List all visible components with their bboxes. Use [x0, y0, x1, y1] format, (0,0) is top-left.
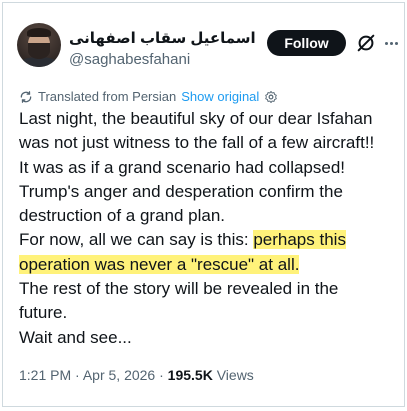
separator: · — [75, 367, 80, 383]
tweet-line: Wait and see... — [19, 327, 132, 347]
author-handle[interactable]: @saghabesfahani — [69, 51, 190, 68]
tweet-text: Last night, the beautiful sky of our dea… — [19, 107, 399, 350]
gear-icon[interactable] — [264, 90, 278, 104]
views-label: Views — [216, 367, 254, 383]
tweet-line: was not just witness to the fall of a fe… — [19, 133, 375, 153]
avatar[interactable] — [17, 23, 61, 67]
grok-icon[interactable] — [355, 32, 377, 54]
tweet-line: The rest of the story will be revealed i… — [19, 279, 339, 299]
tweet-meta: 1:21 PM · Apr 5, 2026 · 195.5K Views — [19, 367, 254, 383]
tweet-line: Trump's anger and desperation confirm th… — [19, 181, 343, 201]
tweet-line: It was as if a grand scenario had collap… — [19, 157, 346, 177]
more-icon[interactable] — [383, 32, 399, 54]
tweet-date[interactable]: Apr 5, 2026 — [83, 367, 155, 383]
avatar-beard — [28, 43, 50, 59]
avatar-hair — [27, 28, 51, 37]
tweet-line: For now, all we can say is this: perhaps… — [19, 228, 399, 252]
translate-icon — [20, 90, 32, 103]
tweet-line: destruction of a grand plan. — [19, 206, 226, 226]
tweet-time[interactable]: 1:21 PM — [19, 367, 71, 383]
author-name[interactable]: اسماعیل سقاب اصفهانی — [69, 29, 256, 47]
tweet-card: اسماعیل سقاب اصفهانی @saghabesfahani Fol… — [2, 2, 405, 407]
tweet-highlight: operation was never a "rescue" at all. — [19, 254, 300, 274]
translation-label: Translated from Persian — [38, 89, 177, 104]
tweet-line: future. — [19, 303, 68, 323]
separator: · — [159, 367, 164, 383]
show-original-link[interactable]: Show original — [181, 89, 259, 104]
translation-bar: Translated from Persian Show original — [19, 89, 283, 104]
tweet-highlight: perhaps this — [253, 230, 346, 250]
follow-button[interactable]: Follow — [267, 30, 346, 56]
tweet-line: Last night, the beautiful sky of our dea… — [19, 109, 373, 128]
views-count: 195.5K — [167, 367, 213, 383]
tweet-line: operation was never a "rescue" at all. — [19, 253, 399, 277]
tweet-text-plain: For now, all we can say is this: — [19, 230, 254, 250]
